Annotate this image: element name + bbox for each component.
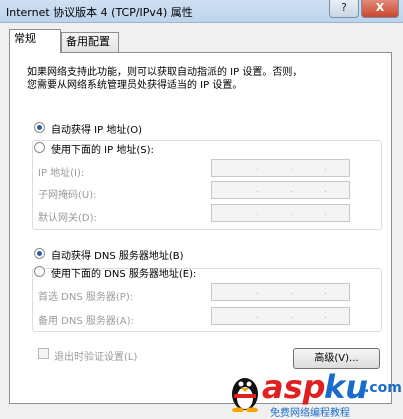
- description-line-2: 您需要从网络系统管理员处获得适当的 IP 设置。: [27, 80, 243, 91]
- description-line-1: 如果网络支持此功能，则可以获取自动指派的 IP 设置。否则，: [27, 67, 303, 78]
- watermark-brand-b: ku: [324, 368, 369, 406]
- alternate-dns-label: 备用 DNS 服务器(A):: [38, 316, 134, 327]
- ip-manual-radio[interactable]: [34, 142, 45, 153]
- advanced-button[interactable]: 高级(V)...: [293, 348, 380, 369]
- penguin-icon: [232, 378, 258, 412]
- watermark-logo: asp ku .com 免费网络编程教程: [228, 368, 403, 419]
- dns-manual-label[interactable]: 使用下面的 DNS 服务器地址(E):: [51, 265, 196, 280]
- tab-general[interactable]: 常规: [9, 29, 61, 53]
- dns-manual-radio[interactable]: [34, 266, 45, 277]
- help-button[interactable]: ?: [329, 0, 359, 18]
- dns-auto-radio[interactable]: [34, 248, 45, 259]
- ip-auto-label[interactable]: 自动获得 IP 地址(O): [51, 121, 142, 136]
- help-icon: ?: [341, 1, 347, 14]
- alternate-dns-input[interactable]: ...: [211, 307, 350, 325]
- dns-auto-label[interactable]: 自动获得 DNS 服务器地址(B): [51, 247, 184, 262]
- window-title: Internet 协议版本 4 (TCP/IPv4) 属性: [6, 6, 193, 19]
- validate-label: 退出时验证设置(L): [54, 352, 138, 363]
- default-gateway-input[interactable]: ...: [211, 204, 350, 222]
- watermark-brand-tld: .com: [364, 380, 402, 396]
- watermark-tagline: 免费网络编程教程: [270, 408, 350, 419]
- close-icon: X: [375, 1, 385, 14]
- validate-checkbox[interactable]: [38, 348, 49, 359]
- ip-address-label: IP 地址(I):: [38, 168, 85, 179]
- ip-manual-label[interactable]: 使用下面的 IP 地址(S):: [51, 141, 154, 156]
- close-button[interactable]: X: [361, 0, 399, 18]
- subnet-mask-input[interactable]: ...: [211, 181, 350, 199]
- tab-alternate-config[interactable]: 备用配置: [61, 32, 119, 52]
- ip-address-input[interactable]: ...: [211, 159, 350, 177]
- title-bar: Internet 协议版本 4 (TCP/IPv4) 属性 ? X: [0, 0, 403, 23]
- preferred-dns-label: 首选 DNS 服务器(P):: [38, 292, 134, 303]
- description: 如果网络支持此功能，则可以获取自动指派的 IP 设置。否则， 您需要从网络系统管…: [27, 66, 377, 92]
- default-gateway-label: 默认网关(D):: [38, 213, 97, 224]
- subnet-mask-label: 子网掩码(U):: [38, 190, 97, 201]
- preferred-dns-input[interactable]: ...: [211, 283, 350, 301]
- watermark-brand-a: asp: [262, 368, 326, 406]
- ip-auto-radio[interactable]: [34, 122, 45, 133]
